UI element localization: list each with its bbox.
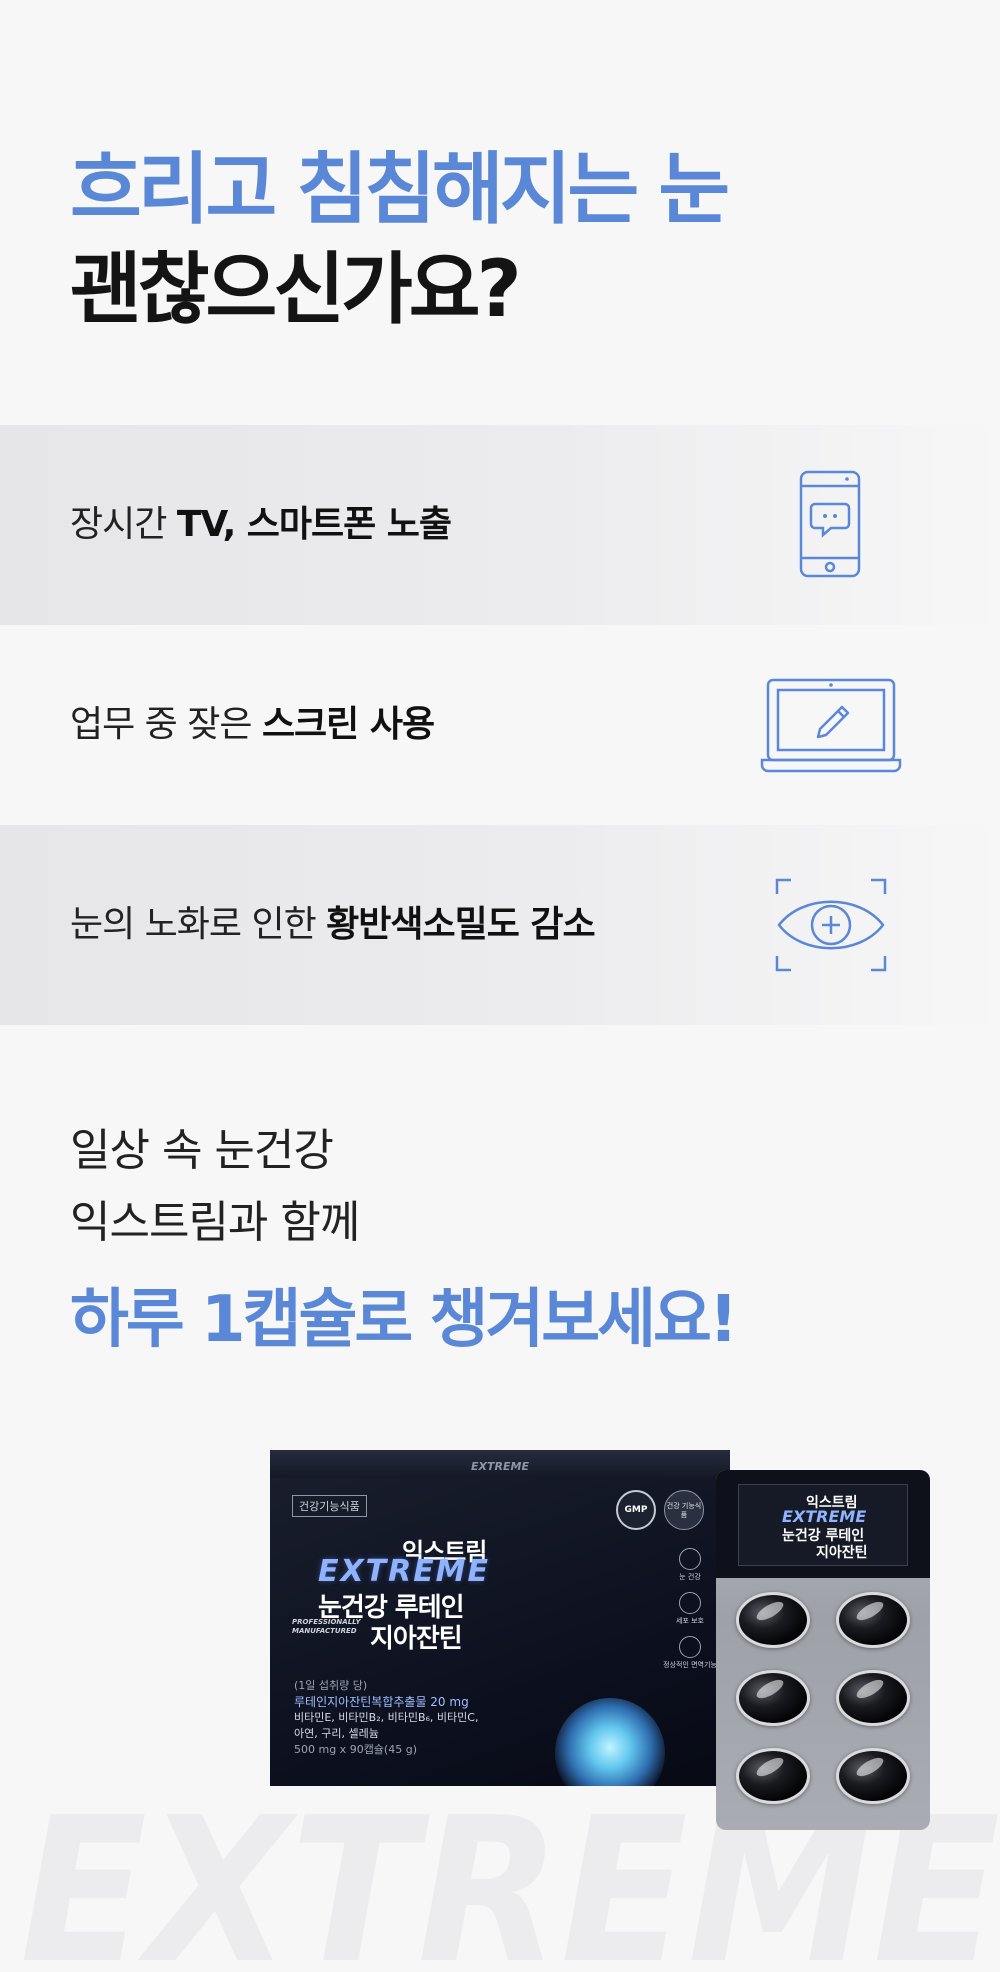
- symptom-row-screen-time: 장시간 TV, 스마트폰 노출: [0, 425, 1000, 625]
- symptom-text: 업무 중 잦은 스크린 사용: [70, 625, 435, 825]
- brand-logo: EXTREME: [318, 1554, 491, 1589]
- eye-badge-icon: [679, 1548, 701, 1570]
- professionally-manufactured-label: PROFESSIONALLY MANUFACTURED: [292, 1618, 361, 1635]
- benefit-badge: 세포 보호: [660, 1592, 720, 1626]
- symptom-plain: 눈의 노화로 인한: [70, 904, 327, 945]
- benefit-badges: 눈 건강 세포 보호 정상적인 면역기능: [660, 1548, 720, 1680]
- laptop-edit-icon: [760, 678, 902, 773]
- symptom-bold: TV, 스마트폰 노출: [176, 504, 452, 545]
- lid-brand-mark: EXTREME: [471, 1460, 529, 1473]
- cta-heading: 하루 1캡슐로 챙겨보세요!: [70, 1283, 738, 1357]
- softgel-capsule: [836, 1748, 910, 1804]
- health-badge-text: 건강 기능식품: [666, 1502, 702, 1519]
- blister-card: 익스트림 EXTREME 눈건강 루테인 지아잔틴: [716, 1470, 930, 1578]
- category-label: 건강기능식품: [292, 1495, 367, 1517]
- ingredient-vitamins: 비타민E, 비타민B₂, 비타민B₆, 비타민C,: [294, 1711, 479, 1724]
- quantity-label: 500 mg x 90캡슐(45 g): [294, 1743, 417, 1756]
- benefit-label: 세포 보호: [676, 1617, 704, 1625]
- softgel-capsule: [736, 1592, 810, 1648]
- ingredient-minerals: 아연, 구리, 셀레늄: [294, 1727, 379, 1740]
- product-name-line-2: 지아잔틴: [370, 1624, 463, 1654]
- symptom-row-screen-use: 업무 중 잦은 스크린 사용: [0, 625, 1000, 825]
- softgel-capsule: [736, 1670, 810, 1726]
- eye-focus-icon: [775, 878, 887, 972]
- softgel-capsule: [836, 1670, 910, 1726]
- ingredient-main: 루테인지아잔틴복합추출물 20 mg: [294, 1695, 469, 1709]
- headline-line-2: 괜찮으신가요?: [70, 245, 522, 335]
- lid-brand-text: EXTREME: [471, 1460, 529, 1473]
- benefit-label: 눈 건강: [679, 1573, 701, 1581]
- blister-pack: 익스트림 EXTREME 눈건강 루테인 지아잔틴: [716, 1470, 930, 1830]
- symptom-text: 눈의 노화로 인한 황반색소밀도 감소: [70, 825, 596, 1025]
- dose-label: (1일 섭취량 당): [294, 1679, 368, 1692]
- softgel-capsule: [736, 1748, 810, 1804]
- headline-line-1: 흐리고 침침해지는 눈: [70, 145, 730, 235]
- product-box: EXTREME 건강기능식품 익스트림 EXTREME 눈건강 루테인 PROF…: [270, 1450, 730, 1786]
- benefit-label: 정상적인 면역기능: [663, 1661, 717, 1669]
- symptom-plain: 장시간: [70, 504, 177, 545]
- headline: 흐리고 침침해지는 눈 괜찮으신가요?: [70, 140, 730, 340]
- gmp-text: GMP: [624, 1505, 648, 1515]
- symptom-text: 장시간 TV, 스마트폰 노출: [70, 425, 452, 625]
- symptom-row-aging: 눈의 노화로 인한 황반색소밀도 감소: [0, 825, 1000, 1025]
- gmp-badge: GMP: [616, 1490, 656, 1530]
- subheading-line-1: 일상 속 눈건강: [70, 1125, 334, 1176]
- softgel-capsule: [836, 1592, 910, 1648]
- blister-brand-logo: EXTREME: [782, 1507, 867, 1526]
- symptom-plain: 업무 중 잦은: [70, 704, 262, 745]
- box-lid: EXTREME: [270, 1450, 730, 1478]
- glowing-capsule-orb: [555, 1698, 665, 1786]
- benefit-badge: 눈 건강: [660, 1548, 720, 1582]
- blister-product-name-2: 지아잔틴: [816, 1545, 868, 1561]
- immune-badge-icon: [679, 1636, 701, 1658]
- health-food-badge: 건강 기능식품: [664, 1490, 704, 1530]
- shield-badge-icon: [679, 1592, 701, 1614]
- subheading: 일상 속 눈건강 익스트림과 함께: [70, 1115, 360, 1259]
- smartphone-chat-icon: [799, 470, 861, 578]
- benefit-badge: 정상적인 면역기능: [660, 1636, 720, 1670]
- subheading-line-2: 익스트림과 함께: [70, 1197, 360, 1248]
- ingredient-info: (1일 섭취량 당) 루테인지아잔틴복합추출물 20 mg 비타민E, 비타민B…: [294, 1678, 478, 1758]
- symptom-bold: 황반색소밀도 감소: [326, 904, 595, 945]
- symptom-bold: 스크린 사용: [261, 704, 435, 745]
